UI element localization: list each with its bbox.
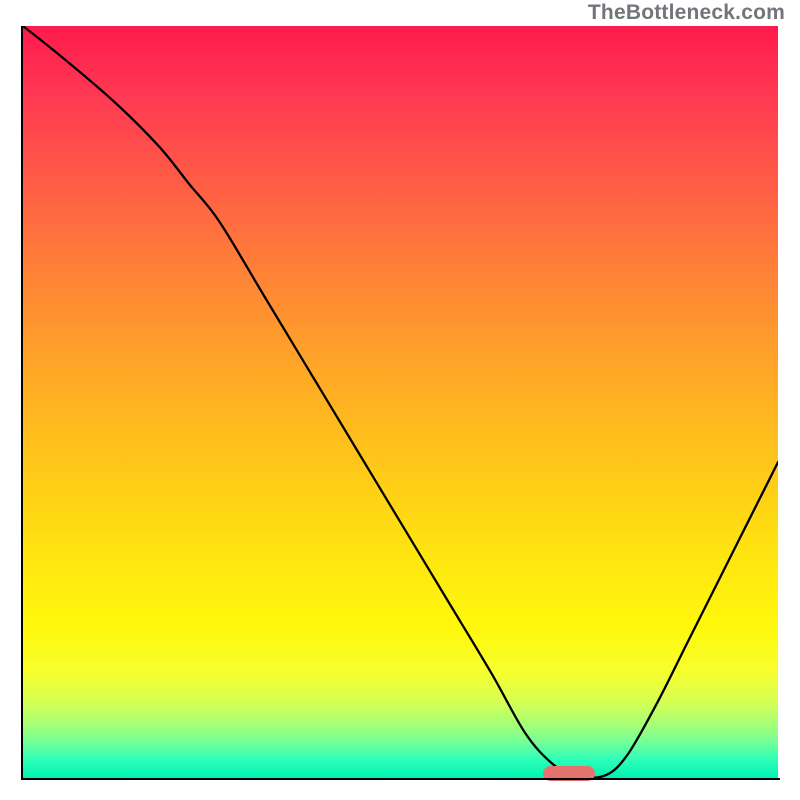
heat-gradient-background: [23, 26, 778, 778]
watermark-text: TheBottleneck.com: [588, 1, 785, 25]
y-axis: [21, 26, 23, 780]
chart-stage: TheBottleneck.com: [0, 0, 800, 800]
x-axis: [21, 778, 780, 780]
